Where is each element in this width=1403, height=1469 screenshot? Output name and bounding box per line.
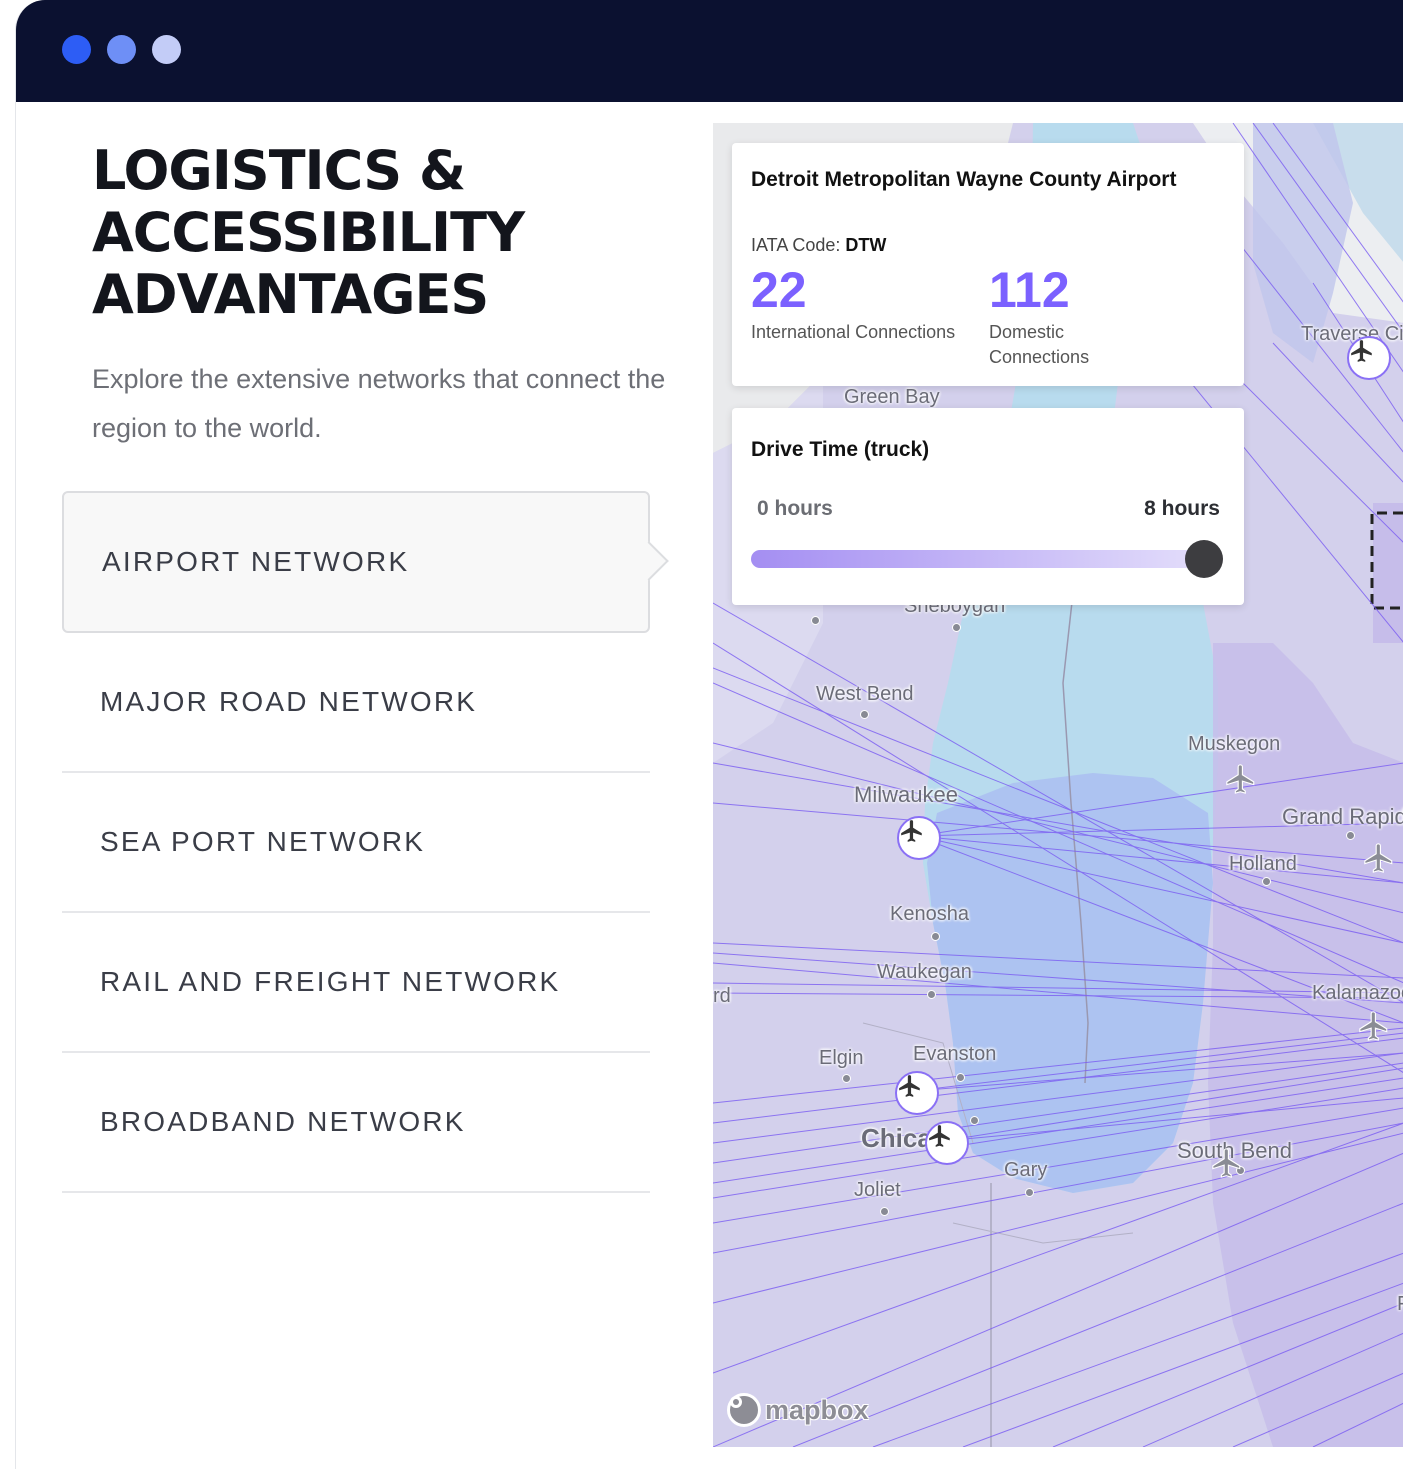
city-dot	[1262, 877, 1271, 886]
mapbox-logo[interactable]: mapbox	[727, 1393, 869, 1427]
app-window: LOGISTICS & ACCESSIBILITY ADVANTAGES Exp…	[15, 0, 1403, 1469]
page-title-line: ADVANTAGES	[92, 263, 489, 326]
domestic-label-line: Connections	[989, 347, 1090, 367]
slider-fill	[751, 550, 1223, 568]
domestic-connections-label: Domestic Connections	[989, 320, 1089, 370]
city-label-partial: rd	[713, 985, 731, 1007]
airport-marker[interactable]	[897, 816, 941, 860]
airplane-icon[interactable]	[1210, 1146, 1244, 1180]
city-dot	[811, 616, 820, 625]
menu-item-airport-network[interactable]: AIRPORT NETWORK	[62, 491, 650, 633]
menu-item-broadband-network[interactable]: BROADBAND NETWORK	[62, 1053, 650, 1193]
drive-time-card: Drive Time (truck) 0 hours 8 hours	[732, 408, 1244, 605]
iata-label: IATA Code:	[751, 235, 841, 255]
airport-info-card: Detroit Metropolitan Wayne County Airpor…	[732, 143, 1244, 386]
mapbox-icon	[727, 1393, 761, 1427]
city-dot	[956, 1073, 965, 1082]
window-control-dot[interactable]	[62, 35, 91, 64]
page-title: LOGISTICS & ACCESSIBILITY ADVANTAGES	[92, 139, 525, 326]
city-label-elgin: Elgin	[819, 1047, 864, 1069]
iata-value: DTW	[845, 235, 887, 255]
international-connections-count: 22	[751, 262, 807, 318]
city-dot	[927, 990, 936, 999]
city-label-kalamazoo: Kalamazoo	[1312, 982, 1403, 1004]
domestic-connections-count: 112	[989, 262, 1070, 318]
airplane-icon	[929, 1125, 950, 1147]
city-label-green-bay: Green Bay	[844, 386, 940, 408]
airplane-icon[interactable]	[1357, 1009, 1391, 1043]
page-title-line: LOGISTICS &	[92, 139, 466, 202]
city-label-muskegon: Muskegon	[1188, 733, 1281, 755]
window-control-dot[interactable]	[152, 35, 181, 64]
airplane-icon[interactable]	[1224, 762, 1258, 796]
airport-marker[interactable]	[895, 1071, 939, 1115]
airport-marker[interactable]	[1347, 336, 1391, 380]
drive-time-slider[interactable]	[751, 540, 1223, 578]
airplane-icon	[901, 820, 922, 842]
airport-name: Detroit Metropolitan Wayne County Airpor…	[751, 168, 1177, 191]
network-menu: AIRPORT NETWORK MAJOR ROAD NETWORK SEA P…	[62, 491, 650, 1193]
city-dot	[860, 710, 869, 719]
menu-item-sea-port-network[interactable]: SEA PORT NETWORK	[62, 773, 650, 913]
city-dot	[842, 1074, 851, 1083]
city-label-west-bend: West Bend	[816, 683, 914, 705]
page-title-line: ACCESSIBILITY	[92, 201, 525, 264]
menu-item-major-road-network[interactable]: MAJOR ROAD NETWORK	[62, 633, 650, 773]
window-control-dot[interactable]	[107, 35, 136, 64]
city-dot	[1025, 1188, 1034, 1197]
city-dot	[952, 623, 961, 632]
city-dot	[880, 1207, 889, 1216]
slider-thumb[interactable]	[1185, 540, 1223, 578]
airport-marker[interactable]	[925, 1121, 969, 1165]
airplane-icon	[899, 1075, 920, 1097]
city-label-partial: F	[1397, 1293, 1403, 1316]
menu-item-label: MAJOR ROAD NETWORK	[100, 686, 478, 717]
city-dot	[970, 1116, 979, 1125]
international-connections-label: International Connections	[751, 322, 956, 342]
drive-time-title: Drive Time (truck)	[751, 438, 930, 461]
menu-item-label: RAIL AND FREIGHT NETWORK	[100, 966, 561, 997]
city-label-milwaukee: Milwaukee	[854, 782, 958, 807]
city-label-kenosha: Kenosha	[890, 903, 969, 925]
airplane-icon	[1351, 340, 1372, 362]
airplane-icon[interactable]	[1362, 841, 1396, 875]
mapbox-wordmark: mapbox	[765, 1394, 869, 1425]
city-label-evanston: Evanston	[913, 1043, 997, 1065]
map[interactable]: Green Bay Sheboygan West Bend Milwaukee …	[713, 123, 1403, 1447]
intro-text: Explore the extensive networks that conn…	[92, 364, 666, 443]
city-dot	[931, 932, 940, 941]
drive-time-max-label: 8 hours	[1144, 497, 1220, 520]
city-dot	[1346, 831, 1355, 840]
drive-time-min-label: 0 hours	[757, 497, 833, 520]
title-bar	[16, 0, 1403, 102]
city-label-waukegan: Waukegan	[877, 961, 972, 983]
city-label-holland: Holland	[1229, 853, 1297, 875]
menu-item-label: SEA PORT NETWORK	[100, 826, 426, 857]
city-label-joliet: Joliet	[854, 1179, 901, 1201]
menu-item-label: AIRPORT NETWORK	[102, 546, 410, 577]
menu-item-rail-and-freight-network[interactable]: RAIL AND FREIGHT NETWORK	[62, 913, 650, 1053]
domestic-label-line: Domestic	[989, 322, 1065, 342]
iata-code: IATA Code: DTW	[751, 235, 886, 256]
menu-item-label: BROADBAND NETWORK	[100, 1106, 466, 1137]
city-label-grand-rapids: Grand Rapids	[1282, 804, 1403, 829]
city-label-gary: Gary	[1004, 1159, 1048, 1181]
